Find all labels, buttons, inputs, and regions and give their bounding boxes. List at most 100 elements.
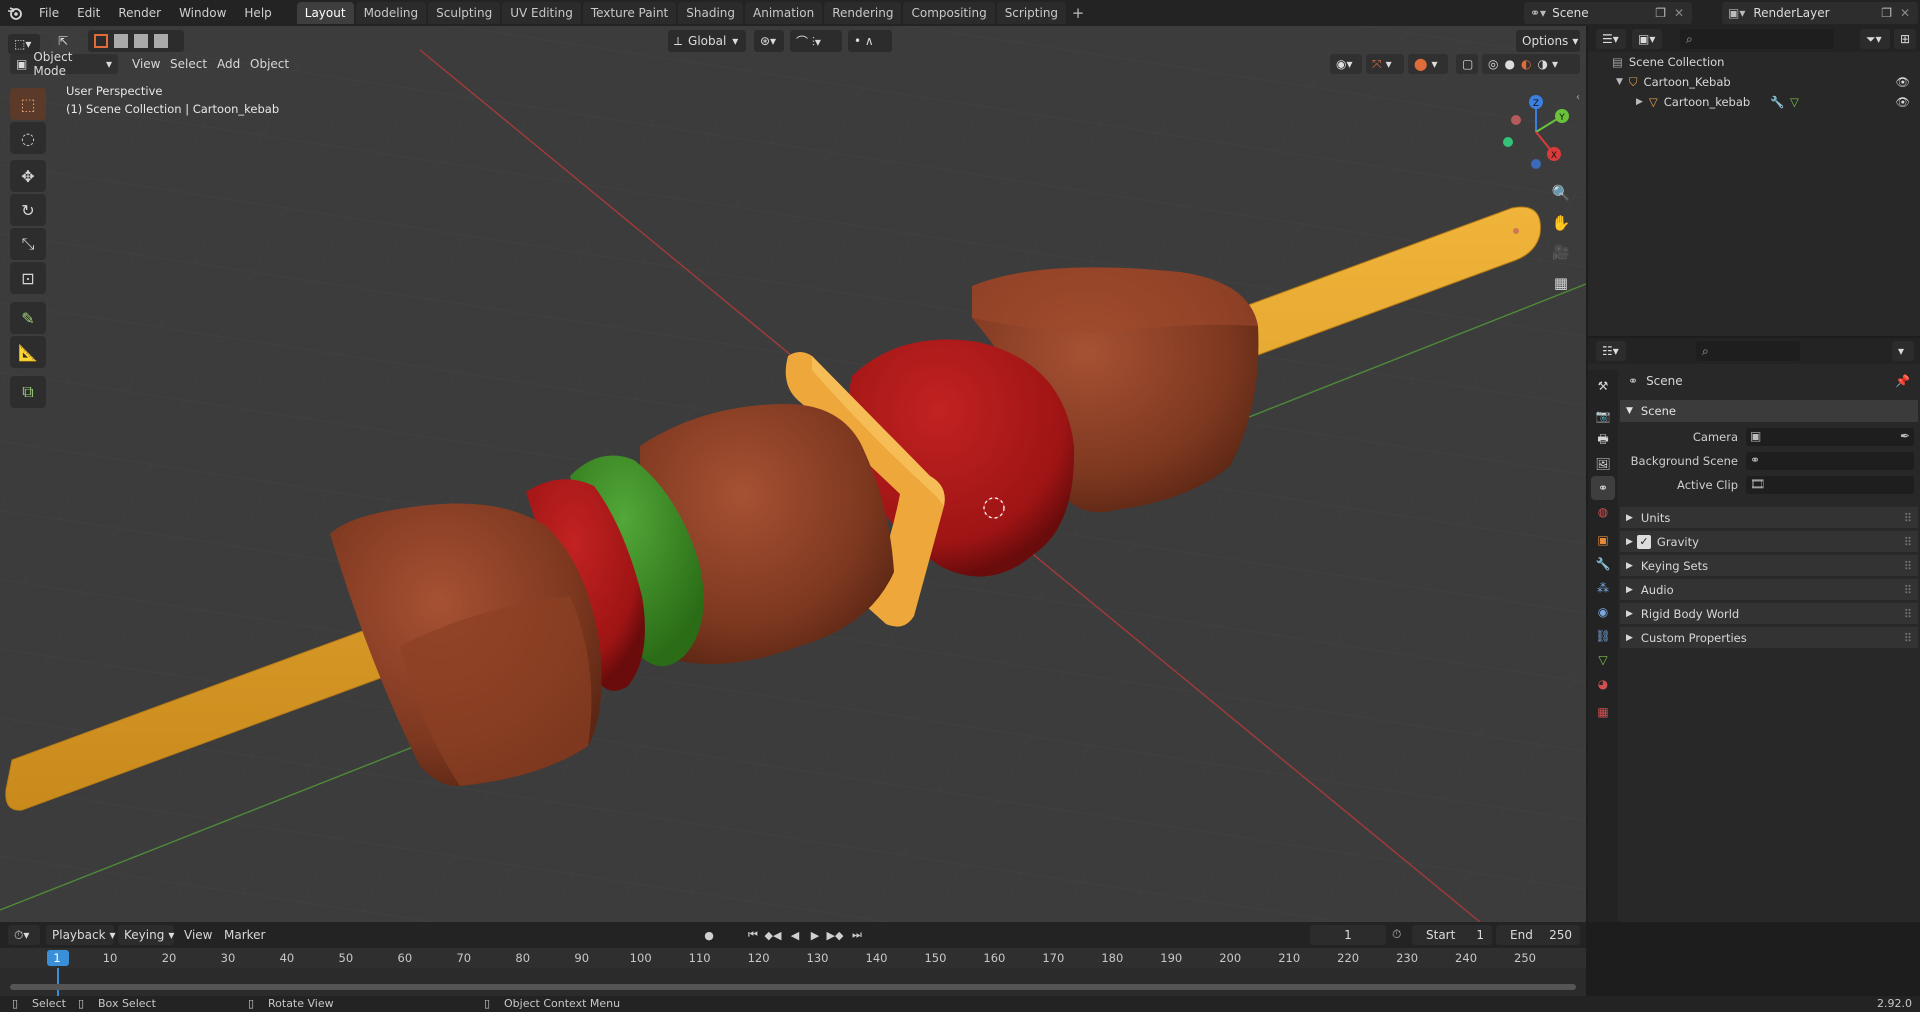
timeline-scrollbar[interactable] [10, 984, 1576, 990]
tab-world[interactable]: ◍ [1591, 500, 1615, 524]
tab-rendering[interactable]: Rendering [824, 2, 902, 24]
camera-view-button[interactable]: 🎥 [1548, 240, 1574, 266]
outliner-row-collection[interactable]: ▼ ⛉ Cartoon_Kebab 👁 [1588, 72, 1920, 92]
tab-sculpting[interactable]: Sculpting [428, 2, 501, 24]
start-frame-field[interactable]: Start 1 [1412, 925, 1492, 945]
select-mode-icon[interactable]: ⇱ [52, 30, 74, 52]
navigation-gizmo[interactable]: Z Y X [1494, 90, 1578, 174]
expand-arrow-icon[interactable]: ▼ [1616, 77, 1623, 87]
background-scene-field[interactable]: ⚭ [1746, 452, 1914, 470]
tab-texture[interactable]: ▦ [1591, 700, 1615, 724]
gizmo-neg-y-handle[interactable] [1503, 137, 1513, 147]
timeline-menu-view[interactable]: View [184, 928, 212, 942]
solid-shading-icon[interactable]: ● [1504, 57, 1514, 71]
copy-layer-icon[interactable]: ❐ [1881, 6, 1892, 20]
material-shading-icon[interactable]: ◐ [1521, 57, 1531, 71]
stopwatch-icon[interactable]: ⏱ [1392, 927, 1401, 942]
properties-options[interactable]: ▾ [1892, 341, 1914, 361]
select-extend-icon[interactable] [114, 34, 128, 48]
add-workspace-button[interactable]: + [1068, 2, 1088, 24]
xray-toggle[interactable]: ▢ [1456, 54, 1478, 74]
new-collection-button[interactable]: ⊞ [1894, 29, 1916, 49]
tab-object[interactable]: ▣ [1591, 528, 1615, 552]
3d-viewport[interactable]: ⬚▾ ⇱ ⟂ Global ▾ ⊛▾ ⌒ ⫶▾ • ∧ Options ▾ ▣ … [0, 26, 1586, 922]
drag-handle-icon[interactable]: ⠿ [1904, 511, 1912, 525]
tab-compositing[interactable]: Compositing [903, 2, 995, 24]
prev-keyframe-button[interactable]: ◆◀ [764, 926, 782, 944]
shading-modes[interactable]: ◎ ● ◐ ◑ ▾ [1482, 54, 1580, 74]
menu-window[interactable]: Window [170, 2, 235, 24]
tab-layout[interactable]: Layout [296, 2, 354, 24]
timeline-menu-marker[interactable]: Marker [224, 928, 265, 942]
visibility-eye-icon[interactable]: 👁 [1895, 75, 1910, 89]
viewport-menu-select[interactable]: Select [170, 57, 207, 71]
menu-render[interactable]: Render [109, 2, 170, 24]
current-frame-field[interactable]: 1 [1310, 925, 1386, 945]
tab-data[interactable]: ▽ [1591, 648, 1615, 672]
copy-scene-icon[interactable]: ❐ [1655, 6, 1666, 20]
tab-scripting[interactable]: Scripting [996, 2, 1067, 24]
sidebar-toggle-icon[interactable]: ‹ [1576, 92, 1580, 103]
tool-cursor[interactable]: ◌ [10, 122, 46, 154]
visibility-eye-icon[interactable]: 👁 [1895, 95, 1910, 109]
tool-annotate[interactable]: ✎ [10, 302, 46, 334]
tool-rotate[interactable]: ↻ [10, 194, 46, 226]
scene-panel-header[interactable]: ▼ Scene [1620, 400, 1918, 422]
rendered-shading-icon[interactable]: ◑ [1537, 57, 1547, 71]
tab-render[interactable]: 📷 [1591, 404, 1615, 428]
proportional-edit-toggle[interactable]: • ∧ [848, 30, 892, 52]
play-reverse-button[interactable]: ◀ [786, 926, 804, 944]
tool-scale[interactable]: ⤡ [10, 228, 46, 260]
tool-measure[interactable]: 📐 [10, 336, 46, 368]
gravity-panel[interactable]: ▶ ✓ Gravity ⠿ [1620, 530, 1918, 552]
select-new-icon[interactable] [94, 34, 108, 48]
object-mode-dropdown[interactable]: ▣ Object Mode ▾ [10, 50, 118, 78]
options-dropdown[interactable]: Options ▾ [1516, 30, 1580, 52]
select-subtract-icon[interactable] [134, 34, 148, 48]
tab-animation[interactable]: Animation [745, 2, 823, 24]
properties-editor-type[interactable]: ☷▾ [1596, 341, 1626, 361]
tab-particles[interactable]: ⁂ [1591, 576, 1615, 600]
tab-tool[interactable]: ⚒ [1591, 374, 1615, 398]
tab-shading[interactable]: Shading [678, 2, 743, 24]
drag-handle-icon[interactable]: ⠿ [1904, 559, 1912, 573]
drag-handle-icon[interactable]: ⠿ [1904, 535, 1912, 549]
tab-texture-paint[interactable]: Texture Paint [582, 2, 677, 24]
playback-dropdown[interactable]: Playback ▾ [46, 925, 116, 945]
tab-material[interactable]: ◕ [1591, 672, 1615, 696]
tab-scene[interactable]: ⚭ [1591, 476, 1615, 500]
play-button[interactable]: ▶ [806, 926, 824, 944]
rigid-body-world-panel[interactable]: ▶ Rigid Body World ⠿ [1620, 602, 1918, 624]
filter-dropdown[interactable]: ⏷▾ [1860, 29, 1890, 49]
viewport-menu-object[interactable]: Object [250, 57, 289, 71]
menu-help[interactable]: Help [235, 2, 280, 24]
drag-handle-icon[interactable]: ⠿ [1904, 607, 1912, 621]
outliner-row-object[interactable]: ▶ ▽ Cartoon_kebab 🔧 ▽ 👁 [1588, 92, 1920, 112]
record-button[interactable]: ● [700, 926, 718, 944]
keying-dropdown[interactable]: Keying ▾ [118, 925, 174, 945]
tool-add-cube[interactable]: ⧉ [10, 376, 46, 408]
outliner-search[interactable]: ⌕ [1680, 29, 1834, 49]
tool-select-box[interactable]: ⬚ [10, 88, 46, 120]
gizmo-neg-z-handle[interactable] [1531, 159, 1541, 169]
viewport-canvas[interactable] [0, 26, 1586, 922]
menu-edit[interactable]: Edit [68, 2, 109, 24]
frame-ruler[interactable]: 1 10 20 30 40 50 60 70 80 90 100 110 120 130 140 150 160… [0, 948, 1586, 968]
modifier-wrench-icon[interactable]: 🔧 [1770, 95, 1784, 109]
view-layer-selector[interactable]: ▣▾ RenderLayer ❐ ✕ [1722, 2, 1918, 24]
jump-end-button[interactable]: ⏭ [848, 926, 866, 944]
tab-view-layer[interactable]: 🖼 [1591, 452, 1615, 476]
pivot-point-dropdown[interactable]: ⊛▾ [754, 30, 784, 52]
keying-sets-panel[interactable]: ▶ Keying Sets ⠿ [1620, 554, 1918, 576]
blender-logo-icon[interactable] [0, 2, 30, 24]
tab-modeling[interactable]: Modeling [355, 2, 427, 24]
zoom-button[interactable]: 🔍 [1548, 180, 1574, 206]
tab-output[interactable]: 🖶 [1591, 428, 1615, 452]
ortho-toggle-button[interactable]: ▦ [1548, 270, 1574, 296]
tab-uv-editing[interactable]: UV Editing [502, 2, 581, 24]
drag-handle-icon[interactable]: ⠿ [1904, 583, 1912, 597]
display-mode-dropdown[interactable]: ▣▾ [1632, 29, 1662, 49]
timeline-editor-type[interactable]: ⏱▾ [8, 925, 40, 945]
gravity-checkbox[interactable]: ✓ [1636, 534, 1651, 549]
viewport-menu-add[interactable]: Add [217, 57, 240, 71]
